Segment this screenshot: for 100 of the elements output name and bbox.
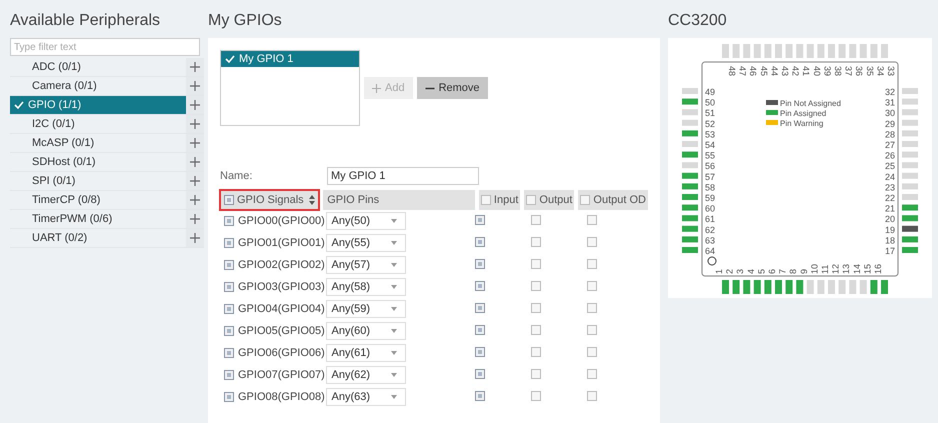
checkbox[interactable] bbox=[586, 390, 597, 400]
name-field[interactable]: My GPIO 1 bbox=[327, 167, 479, 185]
checkbox[interactable] bbox=[586, 346, 597, 356]
checkbox[interactable] bbox=[224, 195, 234, 205]
peripheral-item[interactable]: TimerCP (0/8) bbox=[10, 191, 186, 209]
instance-item[interactable]: My GPIO 1 bbox=[221, 51, 359, 67]
checkbox[interactable] bbox=[475, 346, 486, 356]
pin[interactable] bbox=[732, 280, 740, 294]
column-header[interactable]: GPIO Signals bbox=[220, 190, 320, 210]
peripheral-item[interactable]: TimerPWM (0/6) bbox=[10, 210, 186, 228]
checkbox[interactable] bbox=[224, 370, 234, 380]
pin[interactable] bbox=[754, 280, 761, 294]
checkbox[interactable] bbox=[475, 280, 486, 290]
checkbox[interactable] bbox=[530, 302, 541, 312]
pin-dropdown[interactable]: Any(50) bbox=[326, 212, 406, 230]
checkbox[interactable] bbox=[530, 368, 541, 378]
checkbox[interactable] bbox=[224, 216, 234, 226]
checkbox[interactable] bbox=[224, 304, 234, 314]
column-header[interactable]: Output OD bbox=[578, 190, 648, 210]
peripheral-item[interactable]: ADC (0/1) bbox=[10, 58, 186, 76]
checkbox[interactable] bbox=[586, 258, 597, 268]
checkbox[interactable] bbox=[530, 280, 541, 290]
pin-number: 35 bbox=[864, 66, 875, 76]
checkbox[interactable] bbox=[586, 368, 597, 378]
filter-field[interactable]: Type filter text bbox=[10, 38, 200, 56]
pin[interactable] bbox=[682, 204, 698, 211]
pin-dropdown[interactable]: Any(55) bbox=[326, 234, 406, 252]
checkbox[interactable] bbox=[526, 195, 536, 205]
pin-dropdown[interactable]: Any(59) bbox=[326, 300, 406, 318]
pin[interactable] bbox=[902, 226, 918, 232]
checkbox[interactable] bbox=[475, 324, 486, 334]
pin[interactable] bbox=[902, 236, 918, 242]
checkbox[interactable] bbox=[224, 348, 234, 358]
pin-dropdown[interactable]: Any(62) bbox=[326, 366, 406, 384]
pin[interactable] bbox=[682, 236, 698, 242]
pin[interactable] bbox=[786, 280, 793, 294]
checkbox[interactable] bbox=[586, 236, 597, 246]
peripheral-item[interactable]: I2C (0/1) bbox=[10, 115, 186, 133]
checkbox[interactable] bbox=[475, 390, 486, 400]
pin[interactable] bbox=[682, 215, 698, 222]
pin-dropdown[interactable]: Any(60) bbox=[326, 322, 406, 340]
peripheral-item[interactable]: SDHost (0/1) bbox=[10, 153, 186, 171]
checkbox[interactable] bbox=[224, 282, 234, 292]
pin[interactable] bbox=[682, 172, 698, 179]
pin[interactable] bbox=[682, 98, 698, 105]
checkbox[interactable] bbox=[530, 390, 541, 400]
pin-number: 47 bbox=[738, 66, 748, 76]
pin-number: 3 bbox=[735, 268, 746, 274]
checkbox[interactable] bbox=[586, 214, 597, 224]
peripheral-item[interactable]: UART (0/2) bbox=[10, 229, 186, 247]
checkbox[interactable] bbox=[530, 258, 541, 268]
pin[interactable] bbox=[682, 130, 698, 136]
pin-number: 21 bbox=[884, 204, 895, 214]
peripheral-item[interactable]: GPIO (1/1) bbox=[10, 96, 186, 114]
checkbox[interactable] bbox=[480, 195, 491, 205]
checkbox[interactable] bbox=[586, 302, 597, 312]
checkbox[interactable] bbox=[530, 346, 541, 356]
pin[interactable] bbox=[902, 215, 918, 222]
pin[interactable] bbox=[682, 152, 698, 158]
pin-dropdown[interactable]: Any(58) bbox=[326, 278, 406, 296]
peripheral-item[interactable]: Camera (0/1) bbox=[10, 77, 186, 95]
signal-name: GPIO08(GPIO08) bbox=[238, 391, 325, 403]
pin[interactable] bbox=[743, 280, 750, 294]
checkbox[interactable] bbox=[530, 236, 541, 246]
checkbox[interactable] bbox=[475, 258, 486, 268]
checkbox[interactable] bbox=[580, 195, 590, 205]
checkbox[interactable] bbox=[224, 326, 234, 336]
pin[interactable] bbox=[870, 280, 878, 294]
pin-dropdown[interactable]: Any(61) bbox=[326, 344, 406, 362]
column-header[interactable]: Input bbox=[478, 190, 520, 210]
pin[interactable] bbox=[682, 183, 698, 190]
add-button[interactable] bbox=[186, 229, 204, 247]
peripheral-item[interactable]: SPI (0/1) bbox=[10, 172, 186, 190]
checkbox[interactable] bbox=[586, 280, 597, 290]
peripheral-item[interactable]: McASP (0/1) bbox=[10, 134, 186, 152]
pin-dropdown[interactable]: Any(57) bbox=[326, 256, 406, 274]
checkbox[interactable] bbox=[475, 214, 486, 224]
pin-dropdown[interactable]: Any(63) bbox=[326, 388, 406, 406]
checkbox[interactable] bbox=[475, 236, 486, 246]
add-button[interactable] bbox=[186, 58, 204, 76]
sort-icon bbox=[309, 195, 316, 205]
pin[interactable] bbox=[796, 280, 804, 294]
dropdown-arrow-icon bbox=[390, 307, 396, 311]
checkbox[interactable] bbox=[224, 260, 234, 270]
checkbox[interactable] bbox=[224, 238, 234, 248]
checkbox[interactable] bbox=[224, 392, 234, 402]
pin[interactable] bbox=[902, 204, 918, 211]
checkbox[interactable] bbox=[475, 368, 486, 378]
checkbox[interactable] bbox=[530, 324, 541, 334]
pin[interactable] bbox=[764, 280, 772, 294]
checkbox[interactable] bbox=[475, 302, 486, 312]
checkbox[interactable] bbox=[586, 324, 597, 334]
column-header[interactable]: Output bbox=[524, 190, 574, 210]
panel-title: Available Peripherals bbox=[10, 12, 162, 30]
pin-number: 11 bbox=[820, 264, 830, 274]
remove-button[interactable]: Remove bbox=[416, 77, 488, 99]
dropdown-arrow-icon bbox=[390, 351, 396, 355]
checkbox[interactable] bbox=[530, 214, 541, 224]
pin[interactable] bbox=[682, 226, 698, 232]
plus-icon bbox=[190, 157, 200, 167]
